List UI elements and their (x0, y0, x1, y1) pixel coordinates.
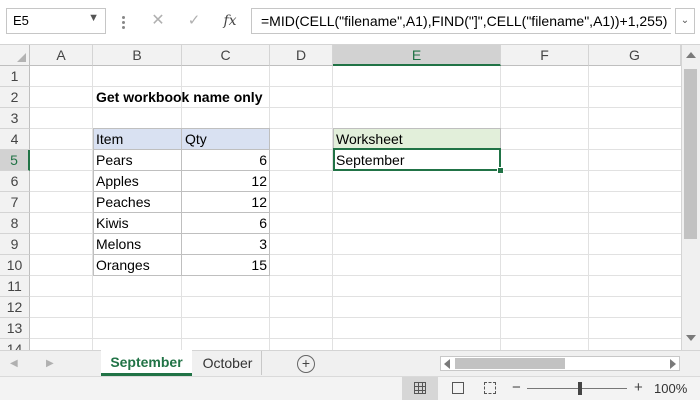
column-header[interactable]: C (182, 45, 270, 66)
vertical-scrollbar[interactable] (681, 45, 700, 350)
row-header[interactable]: 13 (0, 318, 30, 339)
row-header[interactable]: 10 (0, 255, 30, 276)
table-border (333, 128, 334, 150)
grid-view-icon (414, 382, 426, 394)
plus-circle-icon[interactable]: + (297, 355, 315, 373)
cancel-x-icon[interactable]: ✕ (146, 10, 170, 32)
row-header[interactable]: 2 (0, 87, 30, 108)
gridline (500, 66, 501, 350)
column-header[interactable]: B (93, 45, 182, 66)
row-header[interactable]: 3 (0, 108, 30, 129)
table-header-qty[interactable]: Qty (182, 129, 270, 150)
vertical-scroll-thumb[interactable] (684, 69, 697, 239)
gridline (30, 338, 681, 339)
drag-dots-icon[interactable] (122, 21, 125, 24)
gridline (30, 296, 681, 297)
zoom-in-button[interactable]: + (634, 379, 643, 396)
arrow-down-icon[interactable] (686, 335, 696, 341)
arrow-up-icon[interactable] (686, 52, 696, 58)
row-header[interactable]: 14 (0, 339, 30, 350)
table-header-item[interactable]: Item (93, 129, 182, 150)
row-header[interactable]: 12 (0, 297, 30, 318)
table-cell-qty[interactable]: 12 (182, 192, 270, 213)
formula-bar: E5 ▼ ✕ ✓ fx =MID(CELL("filename",A1),FIN… (0, 0, 700, 45)
table-cell-item[interactable]: Kiwis (93, 213, 182, 234)
spreadsheet-grid[interactable]: A B C D E F G 1 2 3 4 5 6 7 8 9 10 11 12… (0, 45, 681, 350)
horizontal-scroll-thumb[interactable] (455, 358, 565, 369)
zoom-slider[interactable] (527, 388, 627, 389)
name-box[interactable]: E5 ▼ (6, 8, 106, 34)
row-header-selected[interactable]: 5 (0, 150, 30, 171)
worksheet-header[interactable]: Worksheet (333, 129, 501, 150)
table-cell-item[interactable]: Pears (93, 150, 182, 171)
page-break-icon[interactable] (484, 382, 496, 394)
zoom-slider-thumb[interactable] (578, 382, 582, 395)
tab-scroll-left-icon[interactable]: ◀ (10, 358, 18, 369)
row-header[interactable]: 8 (0, 213, 30, 234)
row-header[interactable]: 4 (0, 129, 30, 150)
table-cell-qty[interactable]: 15 (182, 255, 270, 276)
column-header-selected[interactable]: E (333, 45, 501, 66)
zoom-level[interactable]: 100% (654, 381, 687, 396)
drag-dots-icon[interactable] (122, 26, 125, 29)
gridline (30, 317, 681, 318)
chevron-down-icon[interactable]: ▼ (88, 12, 99, 24)
table-border (333, 128, 501, 129)
table-cell-item[interactable]: Oranges (93, 255, 182, 276)
checkmark-icon[interactable]: ✓ (182, 10, 206, 32)
page-layout-icon[interactable] (452, 382, 464, 394)
row-header[interactable]: 7 (0, 192, 30, 213)
tab-scroll-right-icon[interactable]: ▶ (46, 358, 54, 369)
insert-function-button[interactable]: fx (218, 10, 242, 32)
column-header[interactable]: G (589, 45, 681, 66)
table-cell-qty[interactable]: 6 (182, 150, 270, 171)
table-cell-item[interactable]: Peaches (93, 192, 182, 213)
tab-september[interactable]: September (101, 350, 192, 376)
table-cell-qty[interactable]: 3 (182, 234, 270, 255)
gridline (588, 66, 589, 350)
table-border (181, 128, 182, 276)
column-header[interactable]: A (30, 45, 93, 66)
table-cell-item[interactable]: Apples (93, 171, 182, 192)
arrow-left-icon[interactable] (444, 359, 450, 369)
formula-text: =MID(CELL("filename",A1),FIND("]",CELL("… (261, 13, 668, 29)
select-all-button[interactable] (0, 45, 30, 66)
row-header[interactable]: 6 (0, 171, 30, 192)
status-bar: − + 100% (0, 376, 700, 400)
sheet-tab-bar: ◀ ▶ September October + (0, 350, 700, 376)
fill-handle[interactable] (497, 167, 504, 174)
table-cell-qty[interactable]: 6 (182, 213, 270, 234)
normal-view-button[interactable] (402, 377, 438, 400)
column-header[interactable]: F (501, 45, 589, 66)
row-header[interactable]: 11 (0, 276, 30, 297)
gridline (332, 66, 333, 350)
horizontal-scrollbar[interactable] (440, 356, 680, 371)
sheet-title[interactable]: Get workbook name only (93, 87, 265, 108)
chevron-down-icon[interactable]: ⌄ (675, 8, 695, 34)
name-box-value: E5 (13, 13, 29, 28)
row-header[interactable]: 1 (0, 66, 30, 87)
table-border (500, 128, 501, 150)
table-border (269, 128, 270, 276)
arrow-right-icon[interactable] (670, 359, 676, 369)
zoom-out-button[interactable]: − (512, 379, 521, 396)
column-header[interactable]: D (270, 45, 333, 66)
table-cell-item[interactable]: Melons (93, 234, 182, 255)
active-cell-outline[interactable] (333, 148, 501, 171)
row-header[interactable]: 9 (0, 234, 30, 255)
tab-october[interactable]: October (194, 351, 262, 375)
select-all-icon (17, 53, 26, 62)
table-cell-qty[interactable]: 12 (182, 171, 270, 192)
formula-input[interactable]: =MID(CELL("filename",A1),FIND("]",CELL("… (251, 8, 671, 34)
table-border (93, 128, 94, 276)
drag-dots-icon[interactable] (122, 16, 125, 19)
